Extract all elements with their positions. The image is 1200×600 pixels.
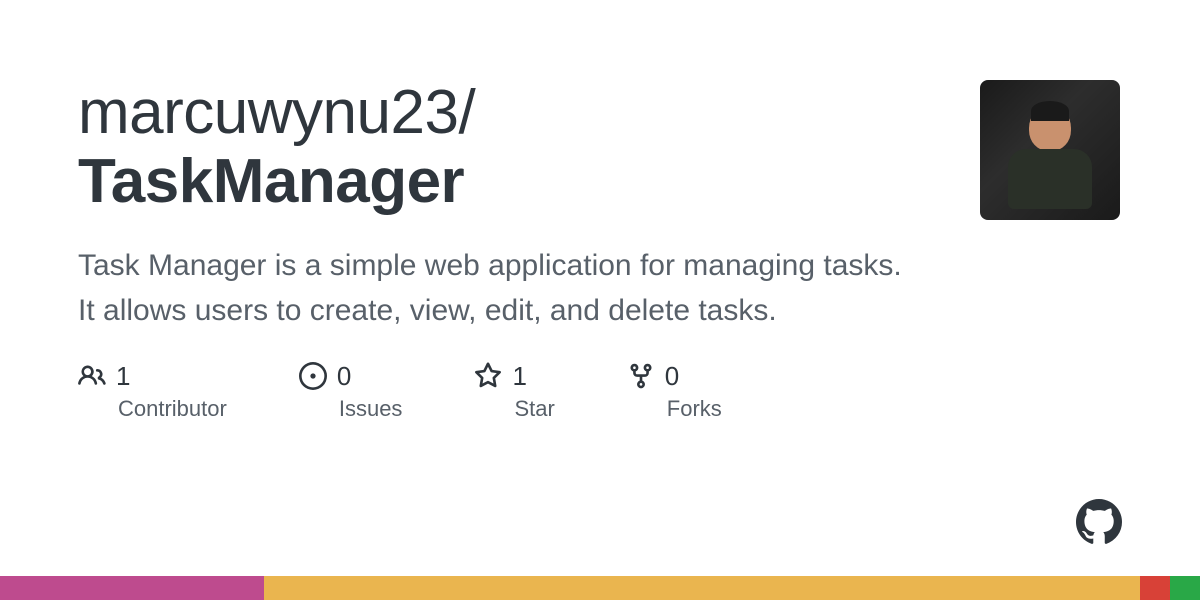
people-icon xyxy=(78,362,106,390)
stat-stars-label: Star xyxy=(514,396,554,422)
issue-icon xyxy=(299,362,327,390)
stat-forks: 0 Forks xyxy=(627,361,722,422)
language-segment xyxy=(1140,576,1170,600)
stat-forks-value: 0 xyxy=(665,361,679,392)
stat-contributors-value: 1 xyxy=(116,361,130,392)
title-block: marcuwynu23/ TaskManager xyxy=(78,78,838,217)
repo-name: TaskManager xyxy=(78,147,464,216)
language-segment xyxy=(264,576,1140,600)
fork-icon xyxy=(627,362,655,390)
stat-issues-value: 0 xyxy=(337,361,351,392)
stat-issues: 0 Issues xyxy=(299,361,403,422)
star-icon xyxy=(474,362,502,390)
language-segment xyxy=(0,576,264,600)
github-logo-icon xyxy=(1076,499,1122,545)
language-bar xyxy=(0,576,1200,600)
stat-stars-value: 1 xyxy=(512,361,526,392)
language-segment xyxy=(1170,576,1200,600)
repo-owner: marcuwynu23 xyxy=(78,78,458,147)
stats-row: 1 Contributor 0 Issues 1 Star 0 Forks xyxy=(78,361,1120,422)
stat-stars: 1 Star xyxy=(474,361,554,422)
avatar xyxy=(980,80,1120,220)
stat-issues-label: Issues xyxy=(339,396,403,422)
stat-contributors-label: Contributor xyxy=(118,396,227,422)
social-card: marcuwynu23/ TaskManager Task Manager is… xyxy=(0,0,1200,600)
repo-separator: / xyxy=(458,78,475,147)
repo-description: Task Manager is a simple web application… xyxy=(78,243,918,333)
stat-contributors: 1 Contributor xyxy=(78,361,227,422)
stat-forks-label: Forks xyxy=(667,396,722,422)
repo-title: marcuwynu23/ TaskManager xyxy=(78,78,838,217)
